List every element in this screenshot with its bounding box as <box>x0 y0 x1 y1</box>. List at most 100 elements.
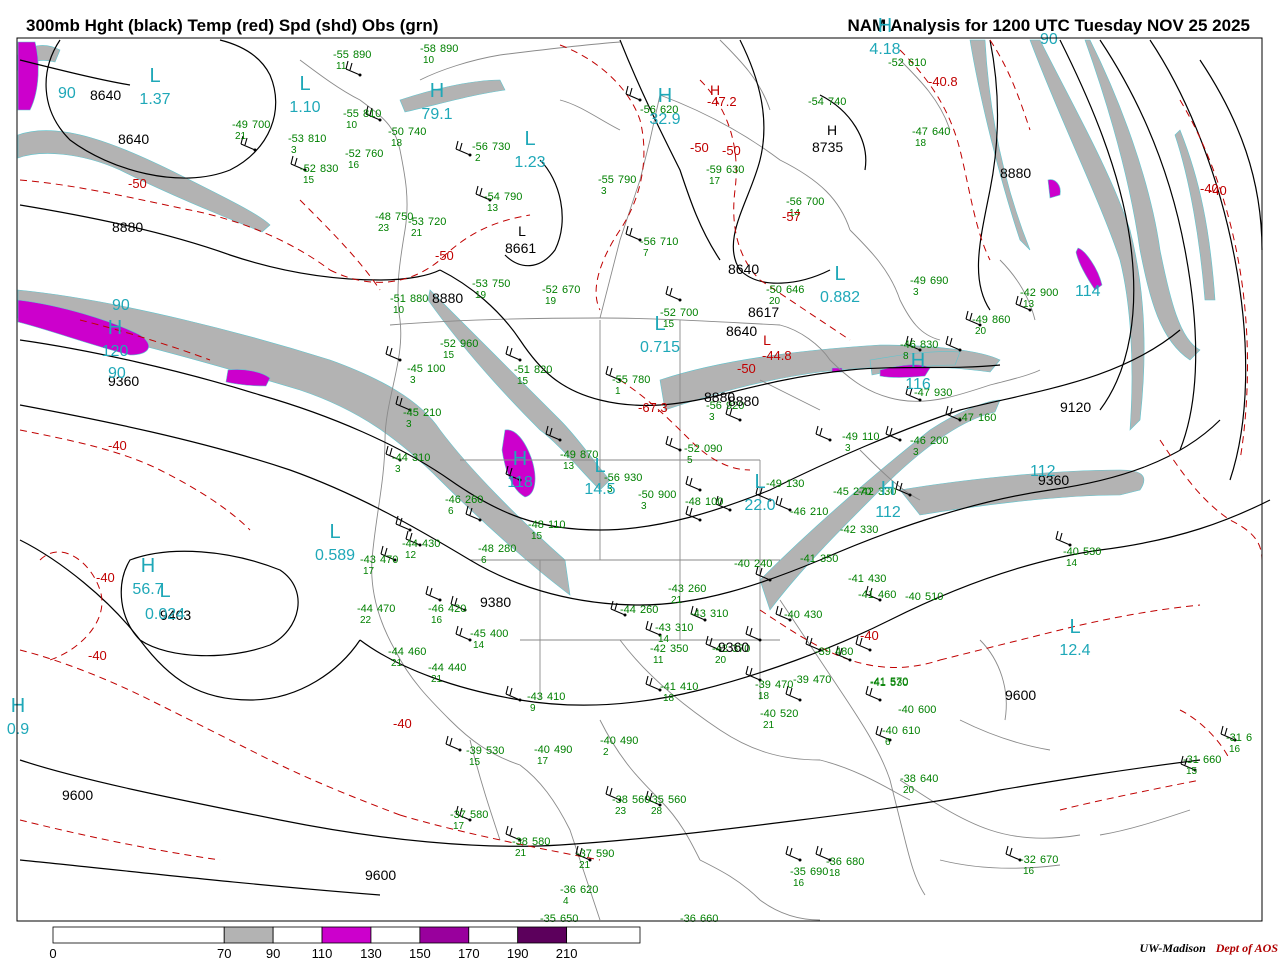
ob-temp: -54 <box>808 96 824 108</box>
ob-dewpoint: 8 <box>903 351 909 362</box>
height-label-10: 8617 <box>748 304 779 320</box>
ob-dewpoint: 20 <box>975 326 987 337</box>
ob-height: 890 <box>353 49 371 61</box>
station-ob-57: -41 430 <box>848 573 886 585</box>
center-letter: L <box>1069 616 1080 638</box>
wind-barb-39 <box>685 505 702 522</box>
station-ob-62: -46 420 16 <box>428 603 466 626</box>
weather-map: -55 89011-58 89010-49 70021-55 81010-53 8103-… <box>7 15 1271 960</box>
ob-height: 6 <box>1246 732 1252 744</box>
border-line-27 <box>979 639 1007 721</box>
ob-temp: -35 <box>540 913 556 925</box>
center-value: 4.18 <box>869 41 900 58</box>
ob-temp: -39 <box>466 745 482 757</box>
center-letter: L <box>159 580 170 602</box>
station-ob-91: -37 580 17 <box>450 809 488 832</box>
station-ob-5: -50 740 18 <box>388 126 426 149</box>
ob-temp: -40 <box>760 708 776 720</box>
pressure-marker-3: H <box>710 82 720 98</box>
center-high-5: H 4.18 <box>869 15 900 58</box>
ob-height: 470 <box>775 679 793 691</box>
ob-height: 760 <box>365 148 383 160</box>
center-letter: L <box>594 455 605 477</box>
station-ob-87: -31 660 15 <box>1183 754 1221 777</box>
ob-height: 710 <box>660 236 678 248</box>
ob-temp: -41 <box>848 573 864 585</box>
station-ob-75: -39 470 18 <box>755 679 793 702</box>
border-line-26 <box>959 719 1051 751</box>
temp-label-4: -40 <box>393 716 412 731</box>
ob-dewpoint: 20 <box>903 785 915 796</box>
station-ob-49: -48 110 15 <box>528 519 566 542</box>
ob-height: 740 <box>828 96 846 108</box>
ob-temp: -52 <box>440 338 456 350</box>
ob-dewpoint: 22 <box>360 615 372 626</box>
center-value: 1.10 <box>289 99 320 116</box>
center-letter: L <box>654 313 665 335</box>
station-ob-94: -35 69016 <box>790 866 828 889</box>
center-letter: L <box>299 73 310 95</box>
temp-label-6: -50 <box>435 248 454 263</box>
ob-height: 670 <box>1040 854 1058 866</box>
station-ob-81: -40 600 <box>898 704 936 716</box>
ob-height: 330 <box>860 524 878 536</box>
ob-height: 520 <box>780 708 798 720</box>
wind-barb-0 <box>345 60 362 77</box>
speed-labels: 90909011411290 <box>58 31 1101 480</box>
temp-label-8: -57 <box>782 209 801 224</box>
temperature-contour-18 <box>1059 779 1201 811</box>
speed-label-1: 90 <box>112 297 130 314</box>
credit-uw: UW-Madison <box>1139 941 1206 955</box>
station-ob-73: -44 460 21 <box>388 646 426 669</box>
station-ob-41: -46 200 3 <box>910 435 948 458</box>
ob-height: 740 <box>408 126 426 138</box>
station-ob-85: -40 490 2 <box>600 735 638 758</box>
center-value: 116 <box>905 376 931 393</box>
ob-height: 100 <box>705 496 723 508</box>
ob-temp: -43 <box>655 622 671 634</box>
ob-height: 880 <box>410 293 428 305</box>
center-low-8: L 0.882 <box>820 263 860 306</box>
ob-height: 420 <box>448 603 466 615</box>
ob-dewpoint: 3 <box>601 186 607 197</box>
legend-tick-4: 130 <box>360 946 382 960</box>
center-letter: H <box>911 350 925 372</box>
center-value: 118 <box>507 474 533 491</box>
ob-temp: -56 <box>472 141 488 153</box>
ob-dewpoint: 11 <box>336 61 347 72</box>
speed-shade-110-3 <box>17 41 39 111</box>
height-label-4: 8880 <box>432 290 463 306</box>
center-letter: H <box>141 555 155 577</box>
ob-temp: -55 <box>612 374 628 386</box>
temp-label-15: -67.3 <box>638 400 668 415</box>
station-ob-64: -43 260 21 <box>668 583 706 606</box>
height-label-16: 9600 <box>62 787 93 803</box>
height-contour-15 <box>1199 59 1263 251</box>
ob-temp: -43 <box>527 691 543 703</box>
ob-height: 646 <box>786 284 804 296</box>
station-ob-92: -38 580 21 <box>512 836 550 859</box>
ob-dewpoint: 21 <box>515 848 527 859</box>
ob-temp: -37 <box>576 848 592 860</box>
ob-height: 930 <box>624 472 642 484</box>
ob-height: 890 <box>440 43 458 55</box>
station-ob-17: -53 720 21 <box>408 216 446 239</box>
temperature-contour-8 <box>595 229 621 311</box>
ob-height: 720 <box>428 216 446 228</box>
ob-dewpoint: 21 <box>671 595 683 606</box>
station-ob-35: -45 100 3 <box>407 363 445 386</box>
ob-height: 210 <box>810 506 828 518</box>
center-value: 120 <box>102 343 129 360</box>
border-line-7 <box>849 229 941 341</box>
ob-dewpoint: 14 <box>473 640 485 651</box>
station-ob-65: -44 260 <box>620 604 658 616</box>
station-ob-10: -54 740 <box>808 96 846 108</box>
ob-temp: -52 <box>345 148 361 160</box>
center-letter: H <box>513 448 527 470</box>
credit-dept: Dept of AOS <box>1215 941 1278 955</box>
ob-temp: -42 <box>1020 287 1036 299</box>
ob-dewpoint: 3 <box>410 375 416 386</box>
ob-temp: -53 <box>288 133 304 145</box>
center-value: 112 <box>875 504 901 521</box>
ob-dewpoint: 12 <box>405 550 417 561</box>
